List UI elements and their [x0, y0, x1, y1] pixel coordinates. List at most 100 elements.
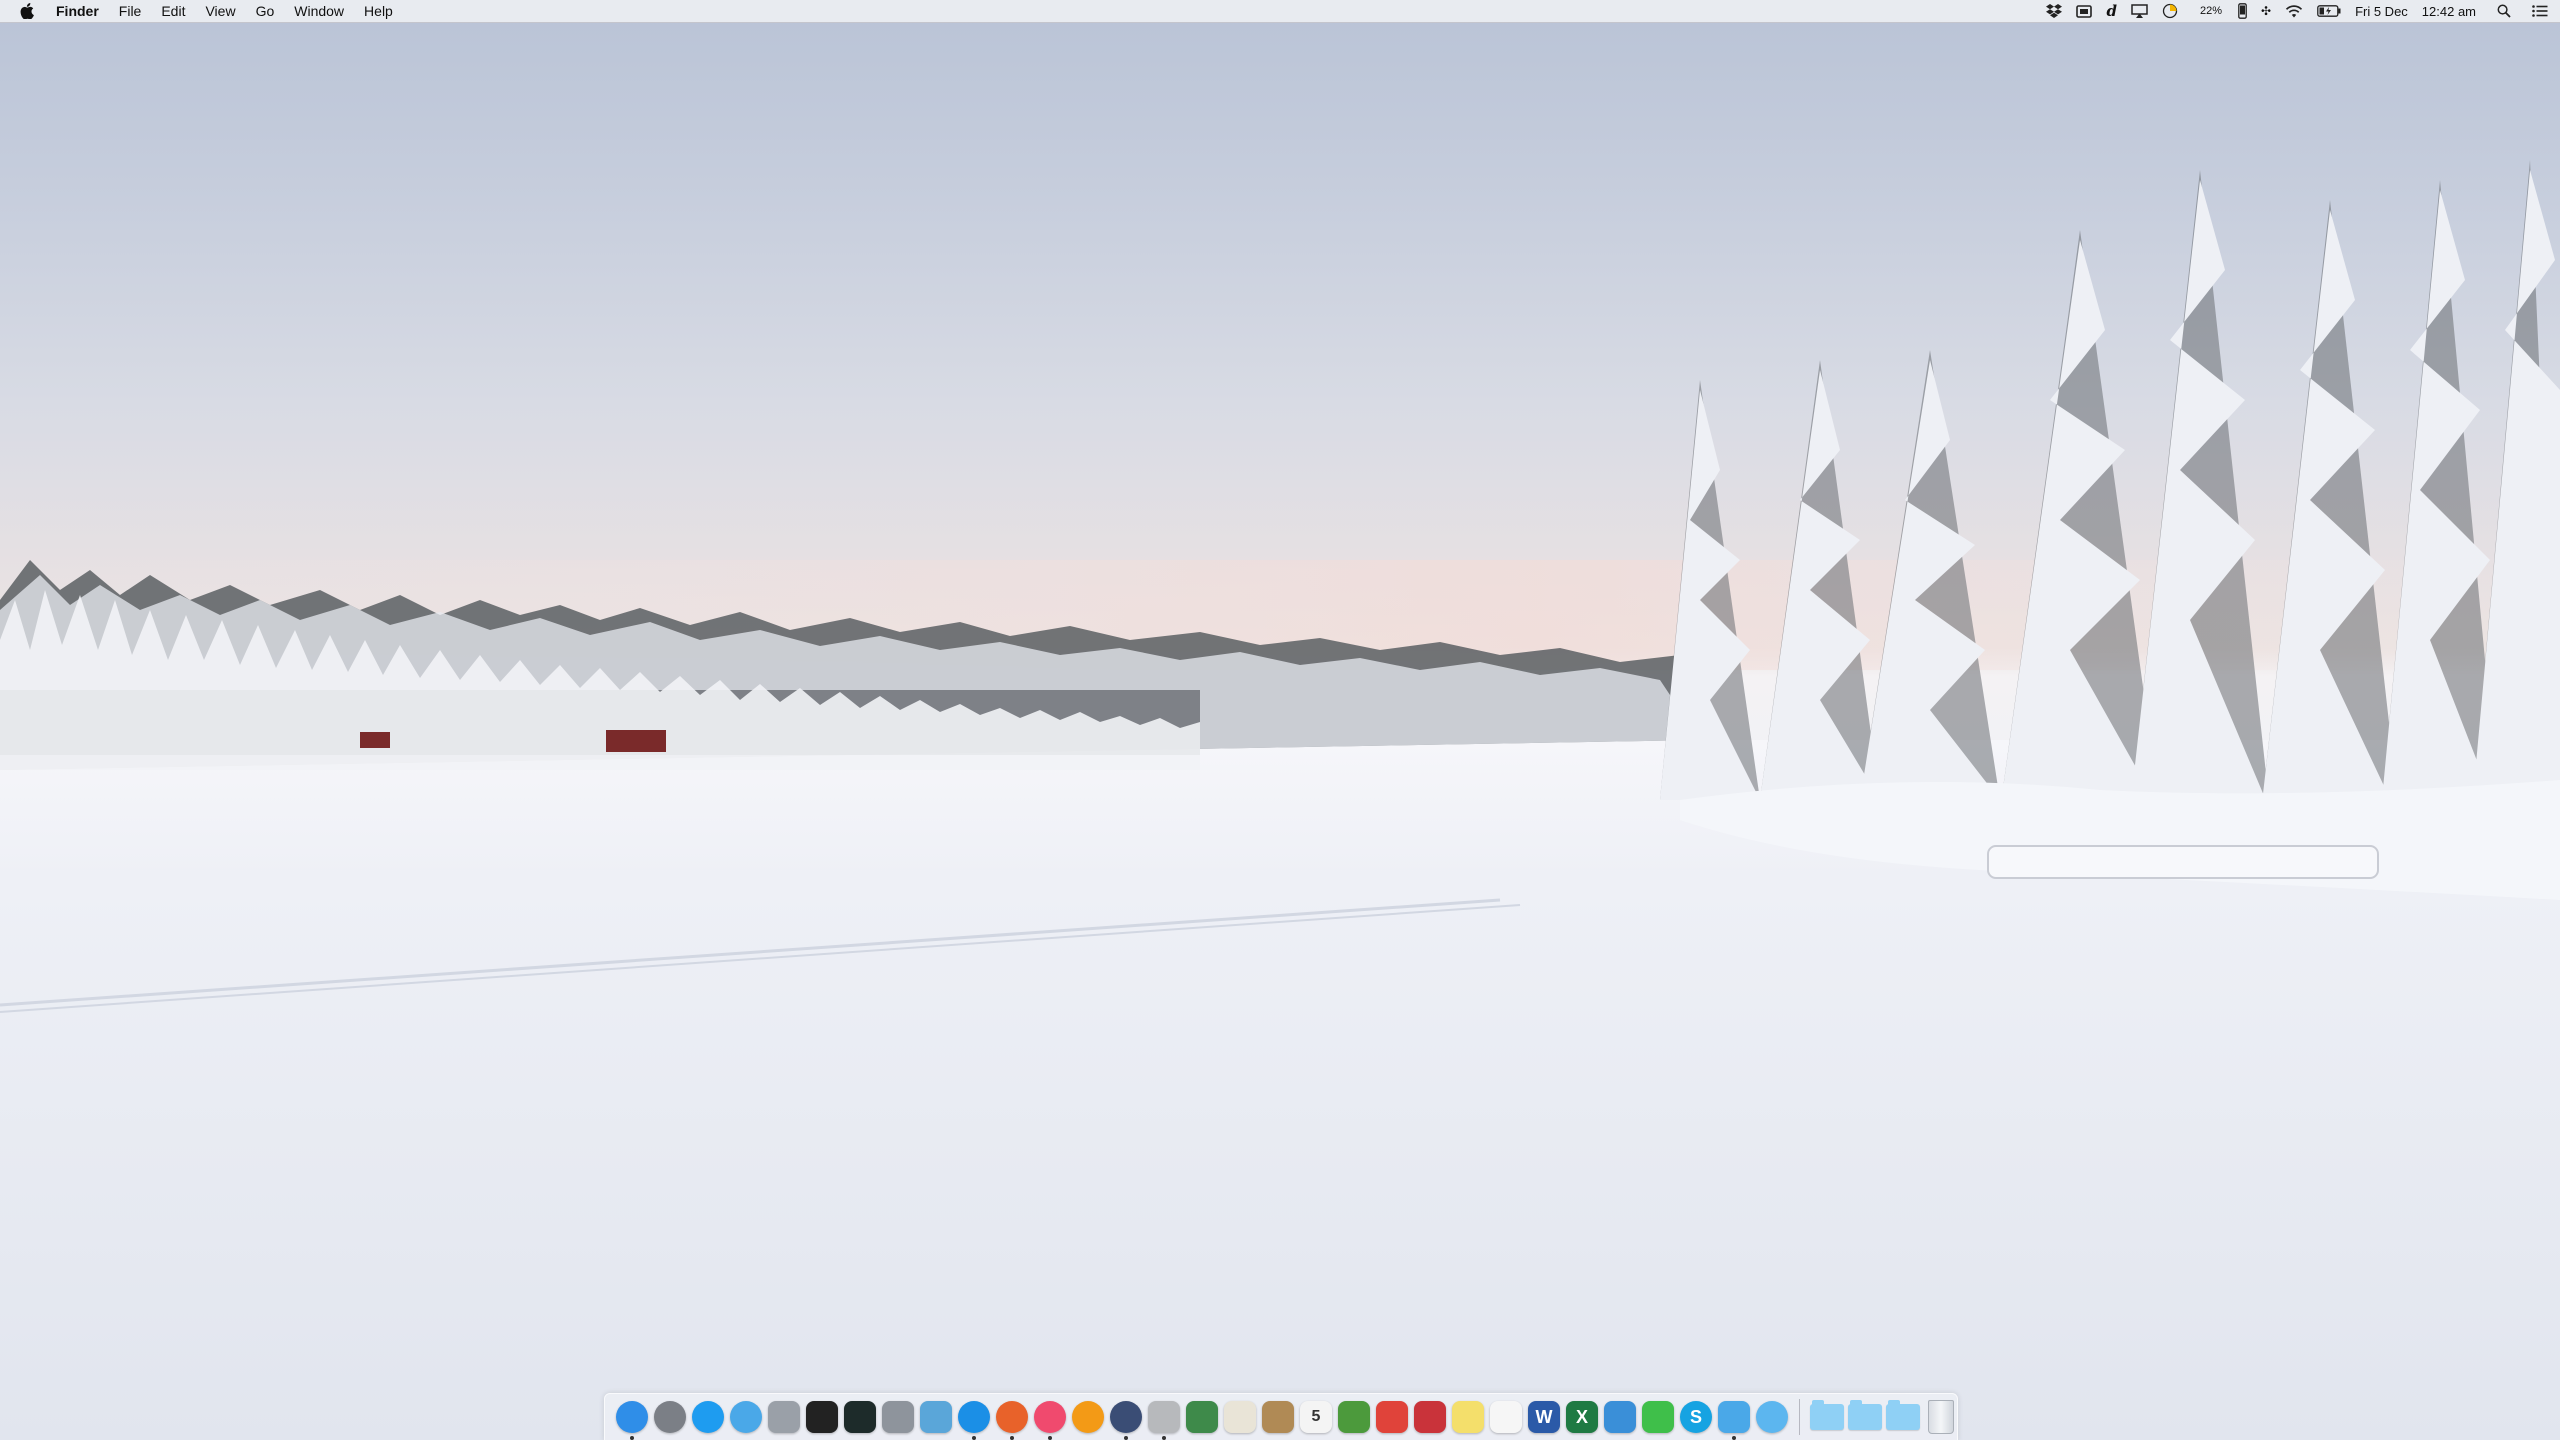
dock-quicktime[interactable]	[1107, 1398, 1145, 1440]
word-icon: W	[1528, 1401, 1560, 1433]
dock-documents-folder[interactable]	[1884, 1398, 1922, 1436]
wifi-diagnostics-icon	[730, 1401, 762, 1433]
dock-messages[interactable]	[1753, 1398, 1791, 1436]
dock-wifi-diagnostics[interactable]	[727, 1398, 765, 1436]
terminal-icon	[806, 1401, 838, 1433]
dock-trash[interactable]	[1922, 1398, 1960, 1436]
dock-photo-tool[interactable]	[1183, 1398, 1221, 1436]
running-indicator	[1124, 1436, 1128, 1440]
quicktime-icon	[1110, 1401, 1142, 1433]
running-indicator	[1010, 1436, 1014, 1440]
facetime-icon	[1642, 1401, 1674, 1433]
applications-folder-icon	[1848, 1400, 1882, 1430]
apple-icon[interactable]	[18, 0, 36, 22]
activity-monitor-icon	[844, 1401, 876, 1433]
dock-ibooks[interactable]	[1069, 1398, 1107, 1436]
documents-folder-icon	[1886, 1400, 1920, 1430]
notification-center-icon[interactable]	[2532, 0, 2548, 22]
calendar-icon: 5	[1300, 1401, 1332, 1433]
menubar-date[interactable]: Fri 5 Dec	[2348, 4, 2415, 19]
menubar-time[interactable]: 12:42 am	[2415, 4, 2483, 19]
messages-icon	[1756, 1401, 1788, 1433]
dock-system-information[interactable]	[879, 1398, 917, 1436]
dock-keynote[interactable]	[1601, 1398, 1639, 1436]
deezer-icon[interactable]: d	[2106, 0, 2117, 22]
dock-preview[interactable]	[917, 1398, 955, 1436]
dock-printer[interactable]	[765, 1398, 803, 1436]
parallels-icon	[1376, 1401, 1408, 1433]
battery-icon[interactable]	[2317, 0, 2341, 22]
dock-vpn-app[interactable]	[1335, 1398, 1373, 1436]
dock-parallels[interactable]	[1373, 1398, 1411, 1436]
safari-icon	[958, 1401, 990, 1433]
vpn-app-icon	[1338, 1401, 1370, 1433]
dock-safari[interactable]	[955, 1398, 993, 1440]
dropbox-icon[interactable]	[2046, 0, 2063, 22]
dock-applications-folder[interactable]	[1846, 1398, 1884, 1436]
downloads-folder-icon	[1810, 1400, 1844, 1430]
wifi-icon[interactable]	[2285, 0, 2303, 22]
keynote-icon	[1604, 1401, 1636, 1433]
screen-icon[interactable]	[2076, 0, 2093, 22]
dock-calendar[interactable]: 5	[1297, 1398, 1335, 1436]
dock-apps: 5 WX S	[613, 1398, 1960, 1440]
spotlight-icon[interactable]	[2497, 0, 2511, 22]
timer-icon[interactable]	[2162, 0, 2178, 22]
menu-bar: Finder File Edit View Go Window Help d 2…	[0, 0, 2560, 23]
running-indicator	[1732, 1436, 1736, 1440]
dock-app-store[interactable]	[689, 1398, 727, 1436]
running-indicator	[972, 1436, 976, 1440]
dock-activity-monitor[interactable]	[841, 1398, 879, 1436]
dock-stickies[interactable]	[1449, 1398, 1487, 1436]
phone-icon[interactable]	[2238, 0, 2247, 22]
dock-facetime[interactable]	[1639, 1398, 1677, 1436]
ibooks-icon	[1072, 1401, 1104, 1433]
menu-view[interactable]: View	[195, 0, 245, 22]
photo-tool-icon	[1186, 1401, 1218, 1433]
dock-textedit[interactable]	[1221, 1398, 1259, 1436]
system-information-icon	[882, 1401, 914, 1433]
battery-percent-label: 22%	[2199, 5, 2222, 17]
dock-word[interactable]: W	[1525, 1398, 1563, 1436]
dock-notes[interactable]	[1487, 1398, 1525, 1436]
script-editor-icon	[1148, 1401, 1180, 1433]
dock-contacts[interactable]	[1259, 1398, 1297, 1436]
trash-icon	[1928, 1400, 1954, 1434]
dock-pen-app[interactable]	[1411, 1398, 1449, 1436]
running-indicator	[630, 1436, 634, 1440]
excel-icon: X	[1566, 1401, 1598, 1433]
running-indicator	[1048, 1436, 1052, 1440]
dock-itunes[interactable]	[1031, 1398, 1069, 1440]
menu-help[interactable]: Help	[354, 0, 403, 22]
bluetooth-icon[interactable]: ✣	[2261, 0, 2271, 22]
dock-excel[interactable]: X	[1563, 1398, 1601, 1436]
skype-icon: S	[1680, 1401, 1712, 1433]
printer-icon	[768, 1401, 800, 1433]
dock-downloads-folder[interactable]	[1808, 1398, 1846, 1436]
airplay-icon[interactable]	[2131, 0, 2148, 22]
menu-file[interactable]: File	[109, 0, 152, 22]
dock-separator	[1799, 1399, 1800, 1435]
dock-terminal[interactable]	[803, 1398, 841, 1436]
app-store-icon	[692, 1401, 724, 1433]
system-preferences-icon	[654, 1401, 686, 1433]
twitter-icon	[1718, 1401, 1750, 1433]
dock-system-preferences[interactable]	[651, 1398, 689, 1436]
dock-script-editor[interactable]	[1145, 1398, 1183, 1440]
dock-twitter[interactable]	[1715, 1398, 1753, 1440]
menu-go[interactable]: Go	[246, 0, 285, 22]
dock-finder[interactable]	[613, 1398, 651, 1440]
textedit-icon	[1224, 1401, 1256, 1433]
contacts-icon	[1262, 1401, 1294, 1433]
menu-window[interactable]: Window	[284, 0, 354, 22]
notes-icon	[1490, 1401, 1522, 1433]
winter-landscape	[0, 160, 2560, 1440]
preview-icon	[920, 1401, 952, 1433]
menu-finder[interactable]: Finder	[52, 0, 109, 22]
firefox-icon	[996, 1401, 1028, 1433]
dock: 5 WX S	[604, 1393, 1958, 1440]
dock-firefox[interactable]	[993, 1398, 1031, 1440]
dock-skype[interactable]: S	[1677, 1398, 1715, 1436]
menu-edit[interactable]: Edit	[151, 0, 195, 22]
finder-icon	[616, 1401, 648, 1433]
